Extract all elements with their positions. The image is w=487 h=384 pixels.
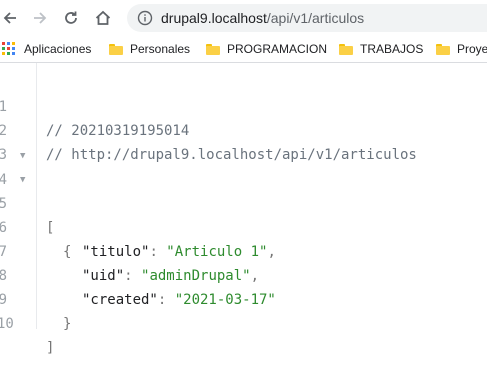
home-button[interactable] (91, 6, 115, 30)
code-line: 10 ] (0, 288, 487, 356)
bookmark-label: Aplicaciones (24, 42, 92, 56)
close-brace: } (63, 316, 72, 332)
bookmark-personales[interactable]: Personales (109, 36, 190, 62)
apps-grid-icon (2, 42, 16, 56)
close-bracket: ] (46, 340, 55, 356)
url-path: /api/v1/articulos (266, 10, 365, 26)
back-button[interactable] (0, 6, 22, 30)
folder-icon (109, 43, 123, 55)
code-line: 7 "uid": "adminDrupal", (0, 216, 487, 284)
reload-button[interactable] (59, 6, 83, 30)
folder-icon (436, 43, 450, 55)
code-line: 6 "titulo": "Articulo 1", (0, 192, 487, 260)
code-line: 4 ▼ [ (0, 144, 487, 236)
address-url: drupal9.localhost/api/v1/articulos (161, 10, 364, 26)
bookmark-label: Personales (130, 42, 191, 56)
code-line: 8 "created": "2021-03-17" (0, 240, 487, 308)
forward-arrow-icon (34, 12, 47, 24)
reload-icon (65, 11, 77, 24)
code-line: 1 // 20210319195014 (0, 71, 487, 139)
code-line: 5 ▼ { (0, 168, 487, 260)
bookmark-proyectos[interactable]: Proye (436, 36, 487, 62)
back-arrow-icon (3, 12, 16, 24)
bookmarks-bar: Aplicaciones Personales PROGRAMACION TRA… (0, 36, 487, 63)
browser-toolbar: drupal9.localhost/api/v1/articulos (0, 0, 487, 36)
home-icon (95, 10, 111, 25)
forward-button[interactable] (28, 6, 52, 30)
fold-toggle-icon[interactable]: ▼ (20, 168, 25, 192)
address-bar[interactable]: drupal9.localhost/api/v1/articulos (127, 4, 487, 32)
bookmark-trabajos[interactable]: TRABAJOS (339, 36, 423, 62)
info-icon[interactable] (137, 10, 153, 26)
json-viewer: 1 // 20210319195014 2 // http://drupal9.… (0, 63, 487, 356)
folder-icon (206, 43, 220, 55)
bookmark-label: Proye (457, 42, 487, 56)
url-host: drupal9.localhost (161, 10, 267, 26)
bookmark-programacion[interactable]: PROGRAMACION (206, 36, 327, 62)
bookmark-aplicaciones[interactable]: Aplicaciones (2, 36, 91, 62)
code-line: 2 // http://drupal9.localhost/api/v1/art… (0, 95, 487, 163)
line-number: 10 (0, 316, 14, 332)
fold-toggle-icon[interactable]: ▼ (20, 144, 25, 168)
code-line: 9 } (0, 264, 487, 332)
bookmark-label: TRABAJOS (360, 42, 424, 56)
bookmark-label: PROGRAMACION (227, 42, 328, 56)
folder-icon (339, 43, 353, 55)
code-line: 3 (0, 119, 487, 163)
